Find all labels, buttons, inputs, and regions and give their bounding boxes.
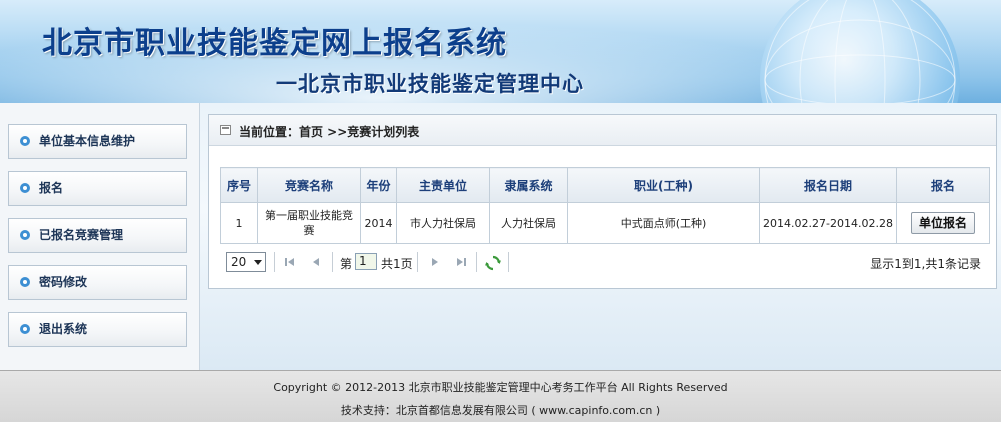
window-icon [220,125,231,135]
cell-system: 人力社保局 [489,202,568,244]
table-row[interactable]: 1 第一届职业技能竞赛 2014 市人力社保局 人力社保局 中式面点师(工种) … [220,202,990,244]
bullet-icon [20,183,30,193]
chevron-down-icon [254,260,262,265]
page-total: 共1页 [381,257,413,271]
cell-signup-date: 2014.02.27-2014.02.28 [759,202,897,244]
sidebar-item-label: 单位基本信息维护 [39,134,136,148]
app-title: 北京市职业技能鉴定网上报名系统 [42,26,507,61]
cell-action: 单位报名 [896,202,990,244]
column-header[interactable]: 主责单位 [396,167,490,203]
column-header[interactable]: 序号 [220,167,258,203]
page-size-value: 20 [231,255,247,269]
first-page-icon[interactable] [282,254,298,270]
refresh-icon[interactable] [484,254,501,271]
column-header[interactable]: 职业(工种) [567,167,760,203]
breadcrumb: 当前位置：首页 >>竞赛计划列表 [209,115,996,146]
page-prefix: 第 [340,257,353,271]
sidebar-item-unit-info[interactable]: 单位基本信息维护 [8,124,187,159]
main-panel: 当前位置：首页 >>竞赛计划列表 序号 竞赛名称 年份 主责单位 隶属系统 职业… [208,114,997,289]
column-header[interactable]: 年份 [360,167,397,203]
cell-responsible-unit: 市人力社保局 [396,202,490,244]
column-header[interactable]: 报名日期 [759,167,897,203]
bullet-icon [20,230,30,240]
record-count-text: 显示1到1,共1条记录 [870,257,981,271]
last-page-icon[interactable] [453,254,469,270]
header-banner: 北京市职业技能鉴定网上报名系统 一北京市职业技能鉴定管理中心 [0,0,1001,103]
sidebar-item-label: 密码修改 [39,275,88,289]
cell-year: 2014 [360,202,397,244]
sidebar-item-label: 退出系统 [39,322,88,336]
sidebar-item-signup[interactable]: 报名 [8,171,187,206]
breadcrumb-text: 当前位置：首页 >>竞赛计划列表 [239,125,420,139]
bullet-icon [20,324,30,334]
footer: Copyright © 2012-2013 北京市职业技能鉴定管理中心考务工作平… [0,370,1001,422]
next-page-icon[interactable] [427,254,443,270]
cell-occupation: 中式面点师(工种) [567,202,760,244]
sidebar: 单位基本信息维护 报名 已报名竞赛管理 密码修改 退出系统 [0,103,200,370]
cell-index: 1 [220,202,258,244]
bullet-icon [20,136,30,146]
column-header[interactable]: 报名 [896,167,990,203]
sidebar-item-label: 已报名竞赛管理 [39,228,124,242]
copyright-text: Copyright © 2012-2013 北京市职业技能鉴定管理中心考务工作平… [273,381,728,394]
globe-grid-icon [764,0,956,103]
sidebar-item-change-password[interactable]: 密码修改 [8,265,187,300]
column-header[interactable]: 竞赛名称 [257,167,361,203]
pagination-bar: 20 第 1 共1页 显示1到1,共1条记录 [220,250,989,276]
app-subtitle: 一北京市职业技能鉴定管理中心 [276,72,584,96]
bullet-icon [20,277,30,287]
sidebar-item-logout[interactable]: 退出系统 [8,312,187,347]
competition-table: 序号 竞赛名称 年份 主责单位 隶属系统 职业(工种) 报名日期 报名 1 第一… [220,167,990,244]
table-header-row: 序号 竞赛名称 年份 主责单位 隶属系统 职业(工种) 报名日期 报名 [220,167,990,203]
column-header[interactable]: 隶属系统 [489,167,568,203]
tech-support-text: 技术支持：北京首都信息发展有限公司 ( www.capinfo.com.cn ) [340,404,661,417]
prev-page-icon[interactable] [308,254,324,270]
sidebar-item-registered-competitions[interactable]: 已报名竞赛管理 [8,218,187,253]
cell-competition-name: 第一届职业技能竞赛 [257,202,361,244]
page-size-select[interactable]: 20 [226,252,266,272]
unit-signup-button[interactable]: 单位报名 [911,212,975,234]
page-number-input[interactable]: 1 [355,253,377,270]
sidebar-item-label: 报名 [39,181,64,195]
